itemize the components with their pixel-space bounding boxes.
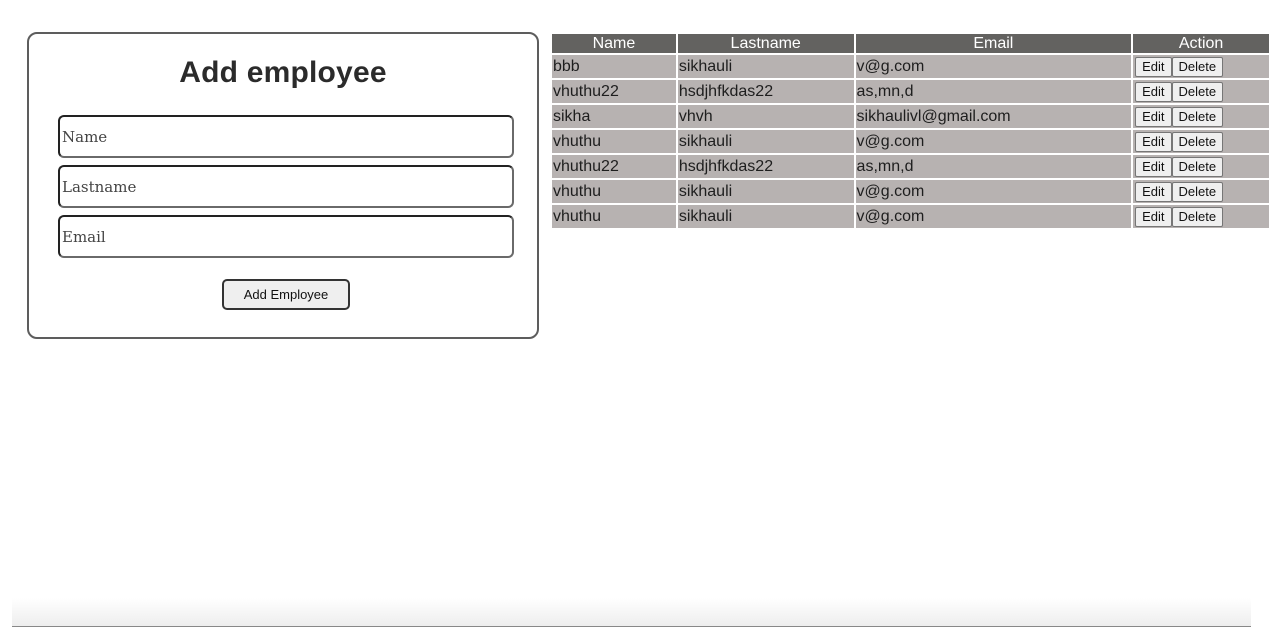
cell-name: vhuthu22	[552, 80, 676, 103]
table-row: vhuthu sikhauli v@g.com Edit Delete	[552, 205, 1269, 228]
cell-action: Edit Delete	[1133, 80, 1269, 103]
table-row: vhuthu22 hsdjhfkdas22 as,mn,d Edit Delete	[552, 155, 1269, 178]
delete-button[interactable]: Delete	[1171, 181, 1224, 202]
cell-email: as,mn,d	[855, 155, 1132, 178]
edit-button[interactable]: Edit	[1135, 206, 1172, 227]
cell-email: v@g.com	[855, 205, 1132, 228]
cell-action: Edit Delete	[1133, 105, 1269, 128]
delete-button[interactable]: Delete	[1171, 81, 1224, 102]
add-employee-form: Add employee Add Employee	[27, 32, 539, 339]
cell-name: vhuthu	[552, 205, 676, 228]
cell-action: Edit Delete	[1133, 180, 1269, 203]
cell-action: Edit Delete	[1133, 130, 1269, 153]
delete-button[interactable]: Delete	[1171, 131, 1224, 152]
table-header-row: Name Lastname Email Action	[552, 34, 1269, 53]
column-header-email: Email	[855, 34, 1132, 53]
table-row: sikha vhvh sikhaulivl@gmail.com Edit Dele…	[552, 105, 1269, 128]
table-row: vhuthu sikhauli v@g.com Edit Delete	[552, 180, 1269, 203]
edit-button[interactable]: Edit	[1135, 106, 1172, 127]
delete-button[interactable]: Delete	[1171, 156, 1224, 177]
delete-button[interactable]: Delete	[1171, 206, 1224, 227]
cell-email: sikhaulivl@gmail.com	[855, 105, 1132, 128]
cell-lastname: sikhauli	[677, 130, 854, 153]
lastname-input[interactable]	[58, 165, 514, 208]
cell-name: vhuthu22	[552, 155, 676, 178]
cell-action: Edit Delete	[1133, 55, 1269, 78]
form-title: Add employee	[179, 56, 387, 89]
cell-lastname: sikhauli	[677, 180, 854, 203]
edit-button[interactable]: Edit	[1135, 81, 1172, 102]
add-employee-button[interactable]: Add Employee	[222, 279, 350, 310]
employee-table: Name Lastname Email Action bbb sikhauli …	[550, 32, 1271, 230]
cell-lastname: sikhauli	[677, 55, 854, 78]
cell-email: v@g.com	[855, 55, 1132, 78]
edit-button[interactable]: Edit	[1135, 131, 1172, 152]
cell-email: as,mn,d	[855, 80, 1132, 103]
cell-name: sikha	[552, 105, 676, 128]
window-bottom-edge	[12, 598, 1251, 627]
delete-button[interactable]: Delete	[1171, 106, 1224, 127]
cell-name: vhuthu	[552, 180, 676, 203]
cell-lastname: hsdjhfkdas22	[677, 155, 854, 178]
cell-email: v@g.com	[855, 180, 1132, 203]
cell-lastname: vhvh	[677, 105, 854, 128]
column-header-lastname: Lastname	[677, 34, 854, 53]
column-header-action: Action	[1133, 34, 1269, 53]
cell-email: v@g.com	[855, 130, 1132, 153]
cell-lastname: hsdjhfkdas22	[677, 80, 854, 103]
delete-button[interactable]: Delete	[1171, 56, 1224, 77]
edit-button[interactable]: Edit	[1135, 56, 1172, 77]
table-row: vhuthu sikhauli v@g.com Edit Delete	[552, 130, 1269, 153]
cell-action: Edit Delete	[1133, 205, 1269, 228]
column-header-name: Name	[552, 34, 676, 53]
edit-button[interactable]: Edit	[1135, 156, 1172, 177]
name-input[interactable]	[58, 115, 514, 158]
cell-name: bbb	[552, 55, 676, 78]
page: Add employee Add Employee Name Lastname …	[0, 0, 1271, 627]
table-row: bbb sikhauli v@g.com Edit Delete	[552, 55, 1269, 78]
cell-name: vhuthu	[552, 130, 676, 153]
table-row: vhuthu22 hsdjhfkdas22 as,mn,d Edit Delete	[552, 80, 1269, 103]
cell-lastname: sikhauli	[677, 205, 854, 228]
edit-button[interactable]: Edit	[1135, 181, 1172, 202]
cell-action: Edit Delete	[1133, 155, 1269, 178]
email-input[interactable]	[58, 215, 514, 258]
